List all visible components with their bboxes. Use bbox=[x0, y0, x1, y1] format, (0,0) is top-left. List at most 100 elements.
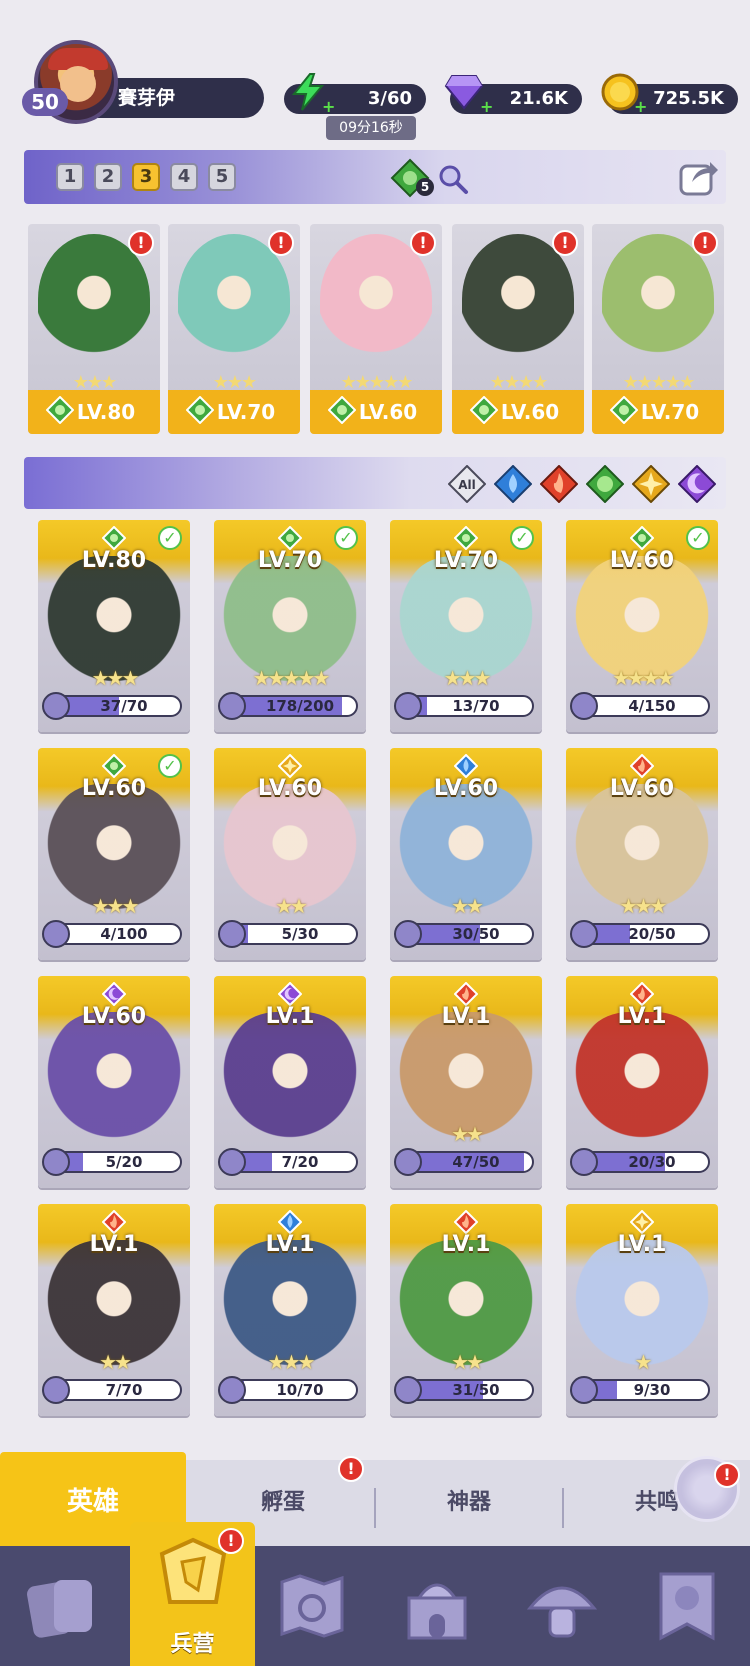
hero-level: LV.60 bbox=[609, 548, 675, 573]
hero-card[interactable]: LV.60 5/20 bbox=[38, 976, 190, 1188]
hero-level: LV.1 bbox=[617, 1004, 667, 1029]
deployed-check-icon: ✓ bbox=[334, 526, 358, 550]
filter-light-icon[interactable] bbox=[632, 465, 670, 503]
team-tab-1[interactable]: 1 bbox=[56, 163, 84, 191]
fire-icon bbox=[630, 982, 654, 1006]
top-bar: 50 賽芽伊 3/60 + 09分16秒 21.6K + 725.5K + bbox=[0, 0, 750, 140]
add-coins-button[interactable]: + bbox=[634, 99, 648, 115]
hero-card[interactable]: LV.60 ✓ ★★★★ 4/150 bbox=[566, 520, 718, 732]
hero-card[interactable]: LV.60 ★★★ 20/50 bbox=[566, 748, 718, 960]
hero-portrait bbox=[574, 1012, 710, 1152]
nature-icon bbox=[630, 526, 654, 550]
nature-icon bbox=[278, 526, 302, 550]
hero-card[interactable]: LV.60 ✓ ★★★ 4/100 bbox=[38, 748, 190, 960]
share-icon[interactable] bbox=[678, 156, 720, 198]
hero-card[interactable]: LV.70 ✓ ★★★ 13/70 bbox=[390, 520, 542, 732]
deployed-check-icon: ✓ bbox=[158, 754, 182, 778]
hero-card[interactable]: LV.70 ✓ ★★★★★ 178/200 bbox=[214, 520, 366, 732]
hero-stars: ★★★★★ bbox=[252, 666, 331, 690]
hero-stars: ★★★ bbox=[91, 666, 140, 690]
hero-level: LV.1 bbox=[265, 1232, 315, 1257]
shard-icon bbox=[570, 1148, 598, 1176]
shard-icon bbox=[394, 1148, 422, 1176]
team-tab-5[interactable]: 5 bbox=[208, 163, 236, 191]
add-energy-button[interactable]: + bbox=[322, 99, 336, 115]
hero-card[interactable]: LV.1 ★★ 7/70 bbox=[38, 1204, 190, 1416]
filter-nature-icon[interactable] bbox=[586, 465, 624, 503]
filter-water-icon[interactable] bbox=[494, 465, 532, 503]
add-gems-button[interactable]: + bbox=[480, 99, 494, 115]
hero-stars: ★★★ bbox=[443, 666, 492, 690]
hero-portrait bbox=[46, 1012, 182, 1152]
hero-card[interactable]: LV.80 ✓ ★★★ 37/70 bbox=[38, 520, 190, 732]
team-hero-alert-badge: ! bbox=[268, 230, 294, 256]
shard-icon bbox=[42, 1376, 70, 1404]
hero-level: LV.1 bbox=[265, 1004, 315, 1029]
castle-icon bbox=[407, 1583, 467, 1640]
hero-stars: ★★★★ bbox=[612, 666, 675, 690]
deployed-check-icon: ✓ bbox=[686, 526, 710, 550]
fire-icon bbox=[102, 1210, 126, 1234]
hero-stars: ★★ bbox=[99, 1350, 132, 1374]
dark-icon bbox=[278, 982, 302, 1006]
team-tab-3[interactable]: 3 bbox=[132, 163, 160, 191]
nav-cards[interactable] bbox=[0, 1546, 125, 1666]
hatch-alert-badge: ! bbox=[338, 1456, 364, 1482]
shard-icon bbox=[42, 692, 70, 720]
hero-card[interactable]: LV.1 ★★★ 10/70 bbox=[214, 1204, 366, 1416]
team-tab-2[interactable]: 2 bbox=[94, 163, 122, 191]
cards-icon bbox=[27, 1580, 92, 1638]
team-selector-bar: 1 2 3 4 5 5 bbox=[24, 150, 726, 204]
shard-icon bbox=[42, 920, 70, 948]
hero-card[interactable]: LV.1 7/20 bbox=[214, 976, 366, 1188]
player-name[interactable]: 賽芽伊 bbox=[98, 78, 264, 118]
tab-artifact[interactable]: 神器 bbox=[376, 1460, 562, 1546]
filter-fire-icon[interactable] bbox=[540, 465, 578, 503]
nature-icon bbox=[470, 396, 498, 424]
hero-stars: ★★ bbox=[451, 1350, 484, 1374]
team-tab-4[interactable]: 4 bbox=[170, 163, 198, 191]
hero-level: LV.80 bbox=[81, 548, 147, 573]
hero-level: LV.1 bbox=[441, 1004, 491, 1029]
shard-icon bbox=[570, 692, 598, 720]
light-icon bbox=[278, 754, 302, 778]
hero-card[interactable]: LV.1 ★★ 47/50 bbox=[390, 976, 542, 1188]
nav-banner[interactable] bbox=[625, 1546, 750, 1666]
hero-portrait bbox=[222, 1012, 358, 1152]
hero-level: LV.1 bbox=[89, 1232, 139, 1257]
nav-castle[interactable] bbox=[375, 1546, 500, 1666]
nature-icon bbox=[102, 526, 126, 550]
hero-stars: ★★★ bbox=[91, 894, 140, 918]
team-hero-alert-badge: ! bbox=[410, 230, 436, 256]
element-filter-bar: All bbox=[24, 457, 726, 509]
hero-card[interactable]: LV.1 ★ 9/30 bbox=[566, 1204, 718, 1416]
dark-icon bbox=[102, 982, 126, 1006]
nav-mushroom[interactable] bbox=[500, 1546, 625, 1666]
shard-icon bbox=[394, 920, 422, 948]
banner-icon bbox=[659, 1572, 715, 1641]
fab-alert-badge: ! bbox=[714, 1462, 740, 1488]
hero-card[interactable]: LV.60 ★★ 5/30 bbox=[214, 748, 366, 960]
nature-icon bbox=[102, 754, 126, 778]
deployed-check-icon: ✓ bbox=[158, 526, 182, 550]
filter-dark-icon[interactable] bbox=[678, 465, 716, 503]
hero-level: LV.1 bbox=[441, 1232, 491, 1257]
nav-barracks[interactable]: 兵营 ! bbox=[130, 1522, 255, 1666]
hero-card[interactable]: LV.60 ★★ 30/50 bbox=[390, 748, 542, 960]
search-icon[interactable] bbox=[436, 162, 470, 196]
filter-all-label: All bbox=[458, 478, 476, 492]
mushroom-icon bbox=[526, 1586, 598, 1638]
hero-card[interactable]: LV.1 ★★ 31/50 bbox=[390, 1204, 542, 1416]
water-icon bbox=[278, 1210, 302, 1234]
filter-all-button[interactable]: All bbox=[448, 465, 486, 503]
fire-icon bbox=[630, 754, 654, 778]
hero-card[interactable]: LV.1 20/30 bbox=[566, 976, 718, 1188]
nature-icon bbox=[46, 396, 74, 424]
hero-level: LV.70 bbox=[433, 548, 499, 573]
hero-level: LV.60 bbox=[433, 776, 499, 801]
gem-icon bbox=[444, 75, 484, 110]
hero-stars: ★★ bbox=[451, 894, 484, 918]
hero-stars: ★ bbox=[634, 1350, 653, 1374]
bottom-nav: 兵营 ! bbox=[0, 1522, 750, 1666]
nav-map[interactable] bbox=[250, 1546, 375, 1666]
